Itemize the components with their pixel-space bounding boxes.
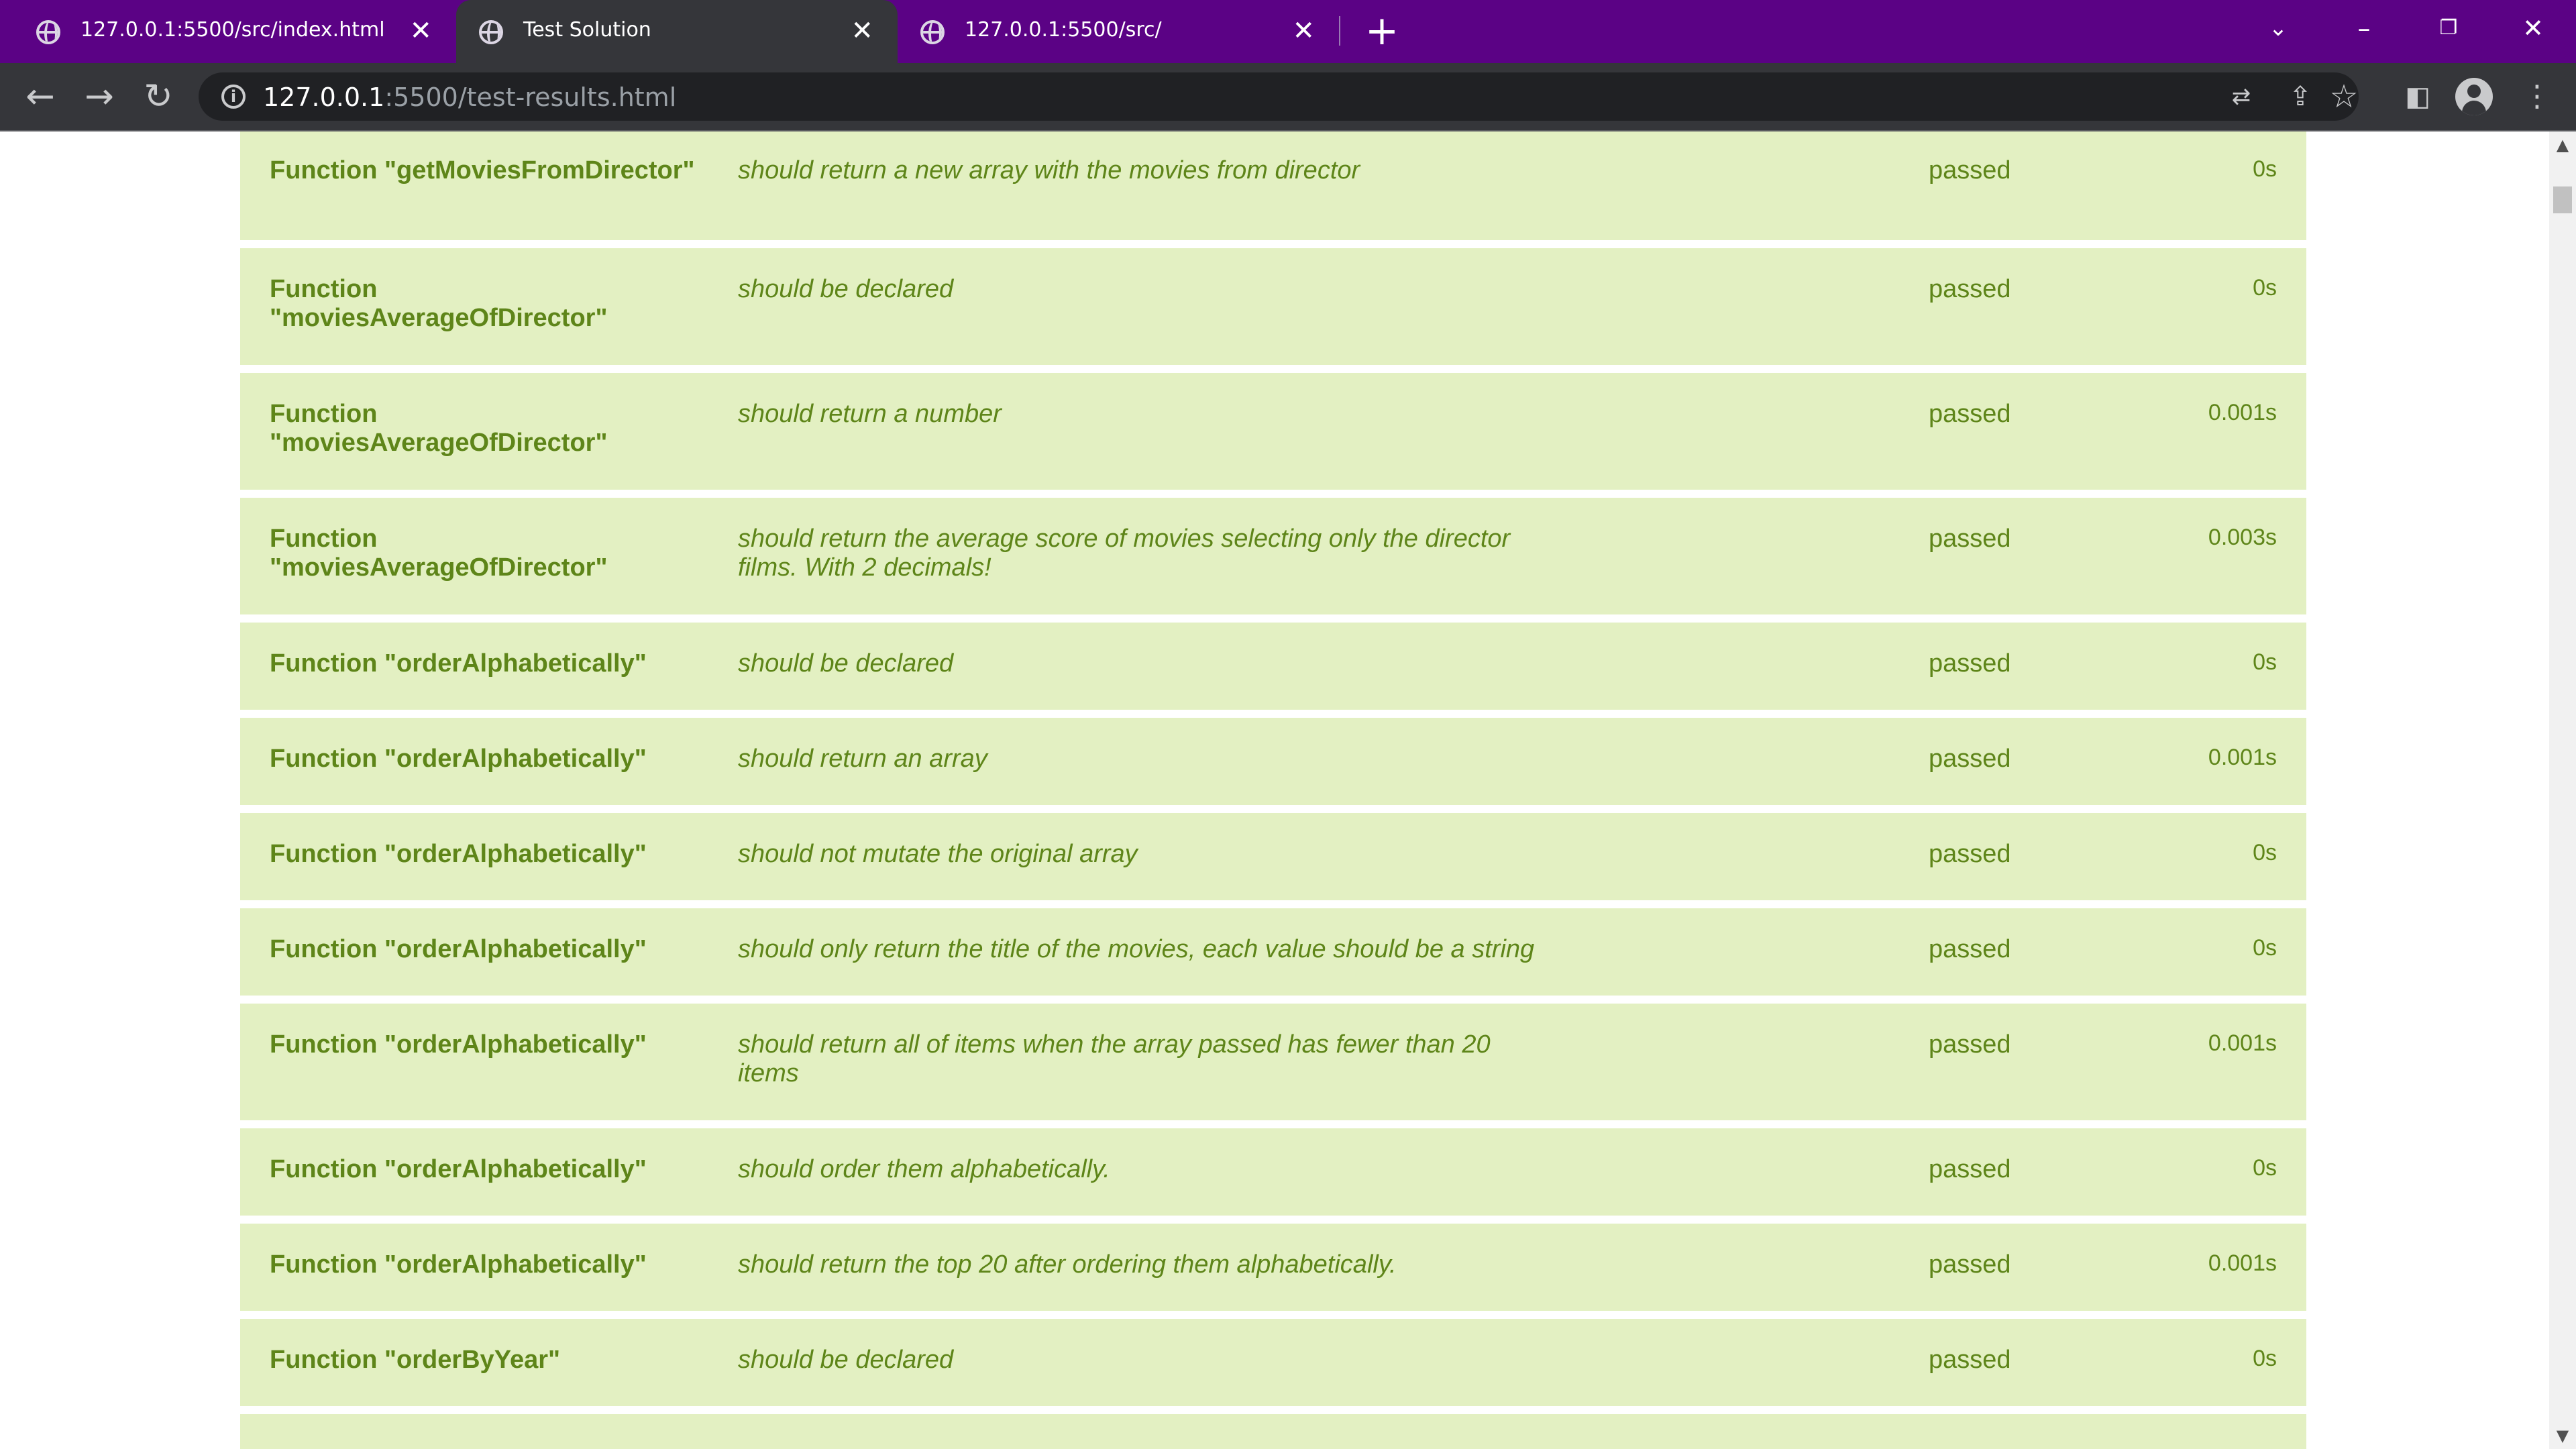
- tab-title: 127.0.0.1:5500/src/index.html: [80, 18, 385, 42]
- test-result-row: Function "getMoviesFromDirector" should …: [240, 131, 2306, 240]
- test-status: passed: [1929, 400, 2011, 428]
- test-duration: 0s: [2253, 156, 2277, 182]
- url-text[interactable]: 127.0.0.1:5500/test-results.html: [263, 83, 676, 112]
- test-result-row: Function "orderAlphabetically" should no…: [240, 813, 2306, 900]
- new-tab-icon[interactable]: +: [1362, 11, 1402, 51]
- tab-separator: [1339, 16, 1340, 46]
- test-duration: 0.003s: [2208, 525, 2277, 550]
- suite-name: Function "moviesAverageOfDirector": [270, 400, 608, 457]
- menu-kebab-icon[interactable]: ⋮: [2517, 76, 2557, 117]
- test-duration: 0s: [2253, 1346, 2277, 1371]
- suite-name: Function "orderAlphabetically": [270, 1030, 647, 1059]
- test-status: passed: [1929, 1155, 2011, 1183]
- test-results-list: Function "getMoviesFromDirector" should …: [240, 131, 2306, 1449]
- test-status: passed: [1929, 275, 2011, 303]
- tab-test-solution[interactable]: Test Solution ✕: [456, 0, 898, 63]
- test-description: should not mutate the original array: [738, 840, 1138, 868]
- profile-avatar-icon[interactable]: [2455, 78, 2493, 115]
- forward-arrow-icon[interactable]: →: [79, 76, 119, 117]
- test-description: should return an array: [738, 745, 987, 773]
- suite-name: Function "orderAlphabetically": [270, 745, 647, 773]
- test-result-row: [240, 1414, 2306, 1449]
- test-status: passed: [1929, 1030, 2011, 1059]
- back-arrow-icon[interactable]: ←: [20, 76, 60, 117]
- test-status: passed: [1929, 649, 2011, 678]
- suite-name: Function "getMoviesFromDirector": [270, 156, 695, 184]
- translate-icon[interactable]: ⇄: [2224, 82, 2258, 111]
- test-status: passed: [1929, 525, 2011, 553]
- test-description: should be declared: [738, 649, 954, 678]
- test-result-row: Function "moviesAverageOfDirector" shoul…: [240, 373, 2306, 490]
- close-icon[interactable]: ✕: [1292, 16, 1315, 46]
- globe-icon: [479, 20, 503, 44]
- browser-toolbar: ← → ↻ i 127.0.0.1:5500/test-results.html…: [0, 63, 2576, 131]
- reload-icon[interactable]: ↻: [138, 76, 178, 117]
- tab-src[interactable]: 127.0.0.1:5500/src/ ✕: [898, 0, 1339, 63]
- test-duration: 0.001s: [2208, 1250, 2277, 1276]
- tab-title: Test Solution: [523, 18, 651, 42]
- info-icon[interactable]: i: [221, 85, 246, 109]
- close-icon[interactable]: ✕: [851, 16, 873, 46]
- test-status: passed: [1929, 840, 2011, 868]
- tab-title: 127.0.0.1:5500/src/: [965, 18, 1162, 42]
- test-result-row: Function "moviesAverageOfDirector" shoul…: [240, 498, 2306, 614]
- test-description: should return the average score of movie…: [738, 525, 1511, 582]
- test-duration: 0s: [2253, 275, 2277, 301]
- minimize-icon[interactable]: –: [2337, 8, 2391, 48]
- suite-name: Function "orderAlphabetically": [270, 649, 647, 678]
- test-result-row: Function "orderAlphabetically" should re…: [240, 718, 2306, 805]
- test-description: should order them alphabetically.: [738, 1155, 1110, 1183]
- test-description: should be declared: [738, 1346, 954, 1374]
- share-icon[interactable]: ⇪: [2284, 82, 2317, 111]
- close-icon[interactable]: ✕: [409, 16, 432, 46]
- test-duration: 0s: [2253, 840, 2277, 865]
- suite-name: Function "orderAlphabetically": [270, 1155, 647, 1183]
- tab-index[interactable]: 127.0.0.1:5500/src/index.html ✕: [0, 0, 456, 63]
- test-description: should only return the title of the movi…: [738, 935, 1535, 963]
- page-viewport: Function "getMoviesFromDirector" should …: [0, 131, 2549, 1449]
- test-result-row: Function "orderAlphabetically" should re…: [240, 1224, 2306, 1311]
- suite-name: Function "orderAlphabetically": [270, 840, 647, 868]
- suite-name: Function "moviesAverageOfDirector": [270, 275, 608, 332]
- suite-name: Function "orderByYear": [270, 1346, 561, 1374]
- test-status: passed: [1929, 745, 2011, 773]
- side-panel-icon[interactable]: ◧: [2398, 76, 2438, 117]
- test-status: passed: [1929, 935, 2011, 963]
- test-result-row: Function "moviesAverageOfDirector" shoul…: [240, 248, 2306, 365]
- address-bar[interactable]: i 127.0.0.1:5500/test-results.html ⇄ ⇪: [199, 72, 2359, 121]
- test-duration: 0s: [2253, 1155, 2277, 1181]
- suite-name: Function "moviesAverageOfDirector": [270, 525, 608, 582]
- scrollbar-thumb[interactable]: [2553, 186, 2572, 213]
- test-description: should be declared: [738, 275, 954, 303]
- test-status: passed: [1929, 156, 2011, 184]
- test-result-row: Function "orderAlphabetically" should be…: [240, 623, 2306, 710]
- suite-name: Function "orderAlphabetically": [270, 1250, 647, 1279]
- test-duration: 0.001s: [2208, 745, 2277, 770]
- scroll-down-arrow-icon[interactable]: ▼: [2549, 1422, 2576, 1449]
- globe-icon: [36, 20, 60, 44]
- test-duration: 0.001s: [2208, 1030, 2277, 1056]
- restore-icon[interactable]: ❐: [2422, 8, 2475, 48]
- suite-name: Function "orderAlphabetically": [270, 935, 647, 963]
- test-description: should return a new array with the movie…: [738, 156, 1360, 184]
- scroll-up-arrow-icon[interactable]: ▲: [2549, 131, 2576, 158]
- tab-strip: 127.0.0.1:5500/src/index.html ✕ Test Sol…: [0, 0, 2576, 63]
- test-result-row: Function "orderByYear" should be declare…: [240, 1319, 2306, 1406]
- window-close-icon[interactable]: ✕: [2506, 8, 2560, 48]
- test-duration: 0.001s: [2208, 400, 2277, 425]
- test-result-row: Function "orderAlphabetically" should or…: [240, 1128, 2306, 1216]
- test-duration: 0s: [2253, 935, 2277, 961]
- test-description: should return the top 20 after ordering …: [738, 1250, 1397, 1279]
- test-description: should return all of items when the arra…: [738, 1030, 1491, 1087]
- tab-search-chevron-icon[interactable]: ⌄: [2251, 8, 2305, 48]
- test-result-row: Function "orderAlphabetically" should on…: [240, 908, 2306, 996]
- test-result-row: Function "orderAlphabetically" should re…: [240, 1004, 2306, 1120]
- test-status: passed: [1929, 1346, 2011, 1374]
- test-description: should return a number: [738, 400, 1002, 428]
- vertical-scrollbar[interactable]: ▲ ▼: [2549, 131, 2576, 1449]
- bookmark-star-icon[interactable]: ☆: [2324, 76, 2364, 117]
- test-duration: 0s: [2253, 649, 2277, 675]
- globe-icon: [920, 20, 945, 44]
- test-status: passed: [1929, 1250, 2011, 1279]
